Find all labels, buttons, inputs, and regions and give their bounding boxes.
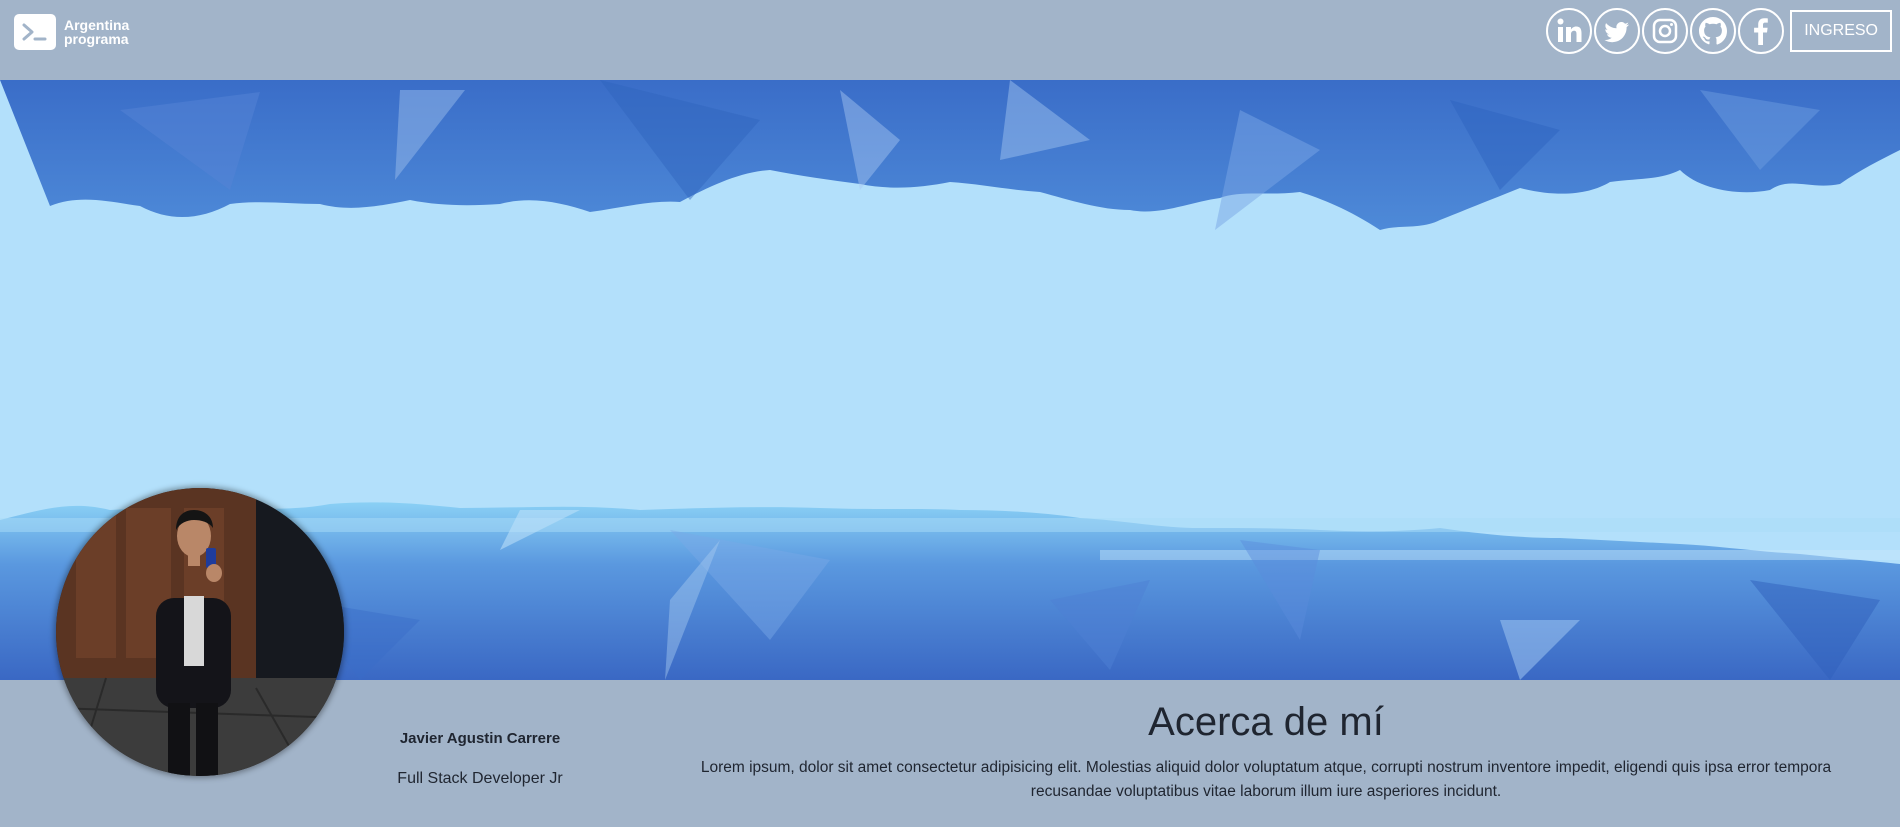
logo-line-1: Argentina: [64, 17, 130, 33]
about-description: Lorem ipsum, dolor sit amet consectetur …: [700, 759, 1832, 800]
twitter-icon[interactable]: [1594, 8, 1641, 54]
site-logo[interactable]: Argentina programa: [14, 14, 129, 50]
profile-avatar: [56, 488, 344, 776]
linkedin-icon[interactable]: [1546, 8, 1593, 54]
terminal-prompt-icon: [14, 14, 56, 50]
social-links: INGRESO: [1546, 8, 1892, 54]
instagram-icon[interactable]: [1642, 8, 1689, 54]
logo-wordmark: Argentina programa: [64, 18, 129, 46]
logo-line-2: programa: [64, 31, 129, 47]
about-title: Acerca de mí: [1148, 700, 1384, 744]
login-button[interactable]: INGRESO: [1790, 10, 1892, 52]
github-icon[interactable]: [1690, 8, 1737, 54]
facebook-icon[interactable]: [1738, 8, 1785, 54]
profile-name: Javier Agustin Carrere: [399, 730, 561, 747]
top-navbar: Argentina programa INGRESO: [0, 0, 1900, 80]
profile-role: Full Stack Developer Jr: [397, 770, 563, 787]
